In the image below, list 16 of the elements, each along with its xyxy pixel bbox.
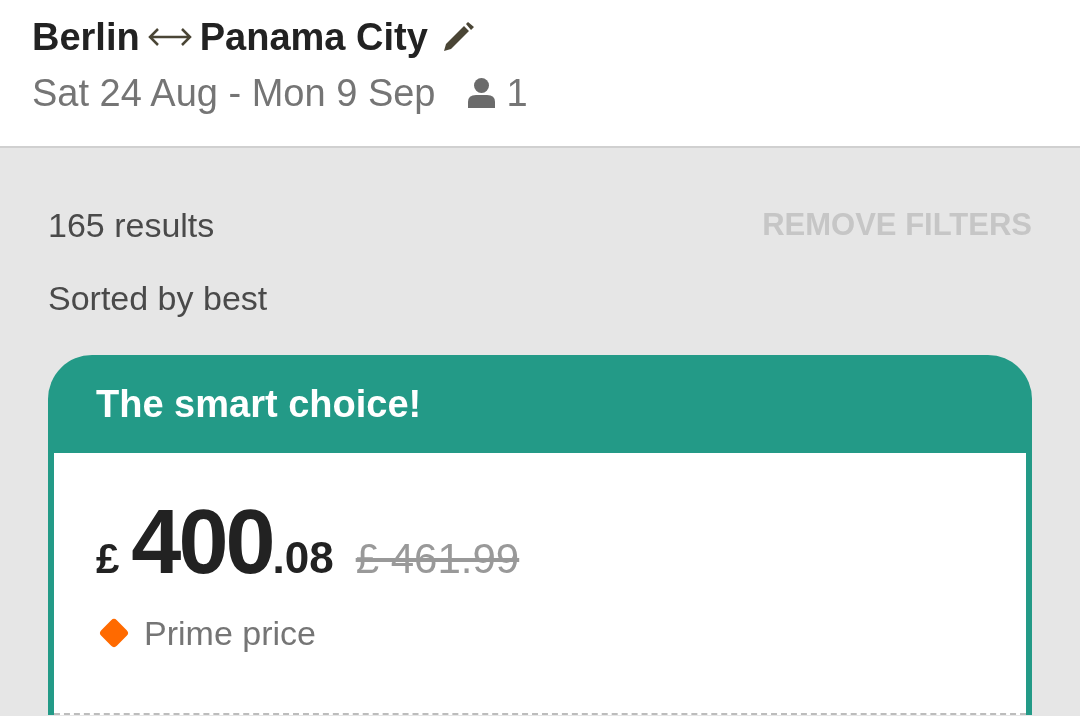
currency-symbol: £ [96, 534, 120, 584]
passenger-count: 1 [506, 71, 528, 116]
sort-label: Sorted by best [48, 278, 268, 319]
person-icon [467, 78, 495, 108]
destination-city: Panama City [199, 15, 428, 60]
two-way-arrow-icon [147, 27, 192, 47]
price-decimals: .08 [272, 532, 334, 584]
card-title: The smart choice! [96, 382, 422, 427]
origin-city: Berlin [32, 15, 140, 60]
original-price: £ 461.99 [355, 534, 520, 584]
offer-card[interactable]: The smart choice! £400.08 £ 461.99 Prime price [48, 355, 1032, 715]
prime-price-label: Prime price [144, 613, 316, 654]
results-count: 165 results [48, 205, 215, 246]
price-whole: 400 [131, 497, 273, 587]
pencil-icon[interactable] [441, 22, 474, 52]
trip-dates: Sat 24 Aug - Mon 9 Sep [32, 71, 436, 116]
